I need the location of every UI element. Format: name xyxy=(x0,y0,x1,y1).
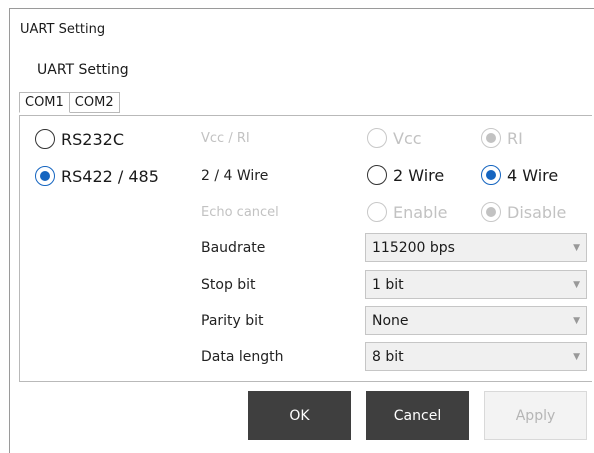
cancel-button[interactable]: Cancel xyxy=(366,391,469,440)
radio-rs232c[interactable]: RS232C xyxy=(35,129,124,149)
tab-bar: COM1 COM2 xyxy=(19,92,120,113)
baudrate-label: Baudrate xyxy=(201,240,266,256)
data-length-label: Data length xyxy=(201,349,284,365)
stop-bit-value: 1 bit xyxy=(372,276,404,293)
chevron-down-icon: ▼ xyxy=(573,352,580,362)
radio-label: RS232C xyxy=(61,129,124,149)
radio-label: Enable xyxy=(393,202,448,222)
stop-bit-select[interactable]: 1 bit ▼ xyxy=(365,270,587,299)
group-title: UART Setting xyxy=(37,62,129,78)
radio-circle xyxy=(367,202,387,222)
radio-label: 2 Wire xyxy=(393,165,445,185)
stop-bit-label: Stop bit xyxy=(201,277,256,293)
parity-bit-value: None xyxy=(372,312,409,329)
radio-label: Vcc xyxy=(393,128,422,148)
chevron-down-icon: ▼ xyxy=(573,316,580,326)
window-title: UART Setting xyxy=(20,22,106,37)
radio-circle xyxy=(367,165,387,185)
chevron-down-icon: ▼ xyxy=(573,243,580,253)
radio-circle xyxy=(481,128,501,148)
radio-ri[interactable]: RI xyxy=(481,128,523,148)
wire-label: 2 / 4 Wire xyxy=(201,168,269,184)
radio-circle xyxy=(35,166,55,186)
parity-bit-select[interactable]: None ▼ xyxy=(365,306,587,335)
radio-echo-enable[interactable]: Enable xyxy=(367,202,448,222)
parity-bit-label: Parity bit xyxy=(201,313,264,329)
radio-rs422-485[interactable]: RS422 / 485 xyxy=(35,166,159,186)
radio-circle xyxy=(367,128,387,148)
radio-label: RI xyxy=(507,128,523,148)
radio-label: Disable xyxy=(507,202,567,222)
tab-com2[interactable]: COM2 xyxy=(68,92,120,113)
vcc-ri-label: Vcc / RI xyxy=(201,131,250,146)
ok-button[interactable]: OK xyxy=(248,391,351,440)
radio-echo-disable[interactable]: Disable xyxy=(481,202,566,222)
apply-button[interactable]: Apply xyxy=(484,391,587,440)
data-length-value: 8 bit xyxy=(372,348,404,365)
radio-vcc[interactable]: Vcc xyxy=(367,128,422,148)
echo-cancel-label: Echo cancel xyxy=(201,205,279,220)
tab-com1[interactable]: COM1 xyxy=(19,92,70,113)
baudrate-value: 115200 bps xyxy=(372,239,455,256)
baudrate-select[interactable]: 115200 bps ▼ xyxy=(365,233,587,262)
radio-2-wire[interactable]: 2 Wire xyxy=(367,165,444,185)
radio-circle xyxy=(481,202,501,222)
radio-circle xyxy=(481,165,501,185)
radio-4-wire[interactable]: 4 Wire xyxy=(481,165,558,185)
chevron-down-icon: ▼ xyxy=(573,280,580,290)
radio-label: 4 Wire xyxy=(507,165,559,185)
data-length-select[interactable]: 8 bit ▼ xyxy=(365,342,587,371)
radio-circle xyxy=(35,129,55,149)
radio-label: RS422 / 485 xyxy=(61,166,159,186)
